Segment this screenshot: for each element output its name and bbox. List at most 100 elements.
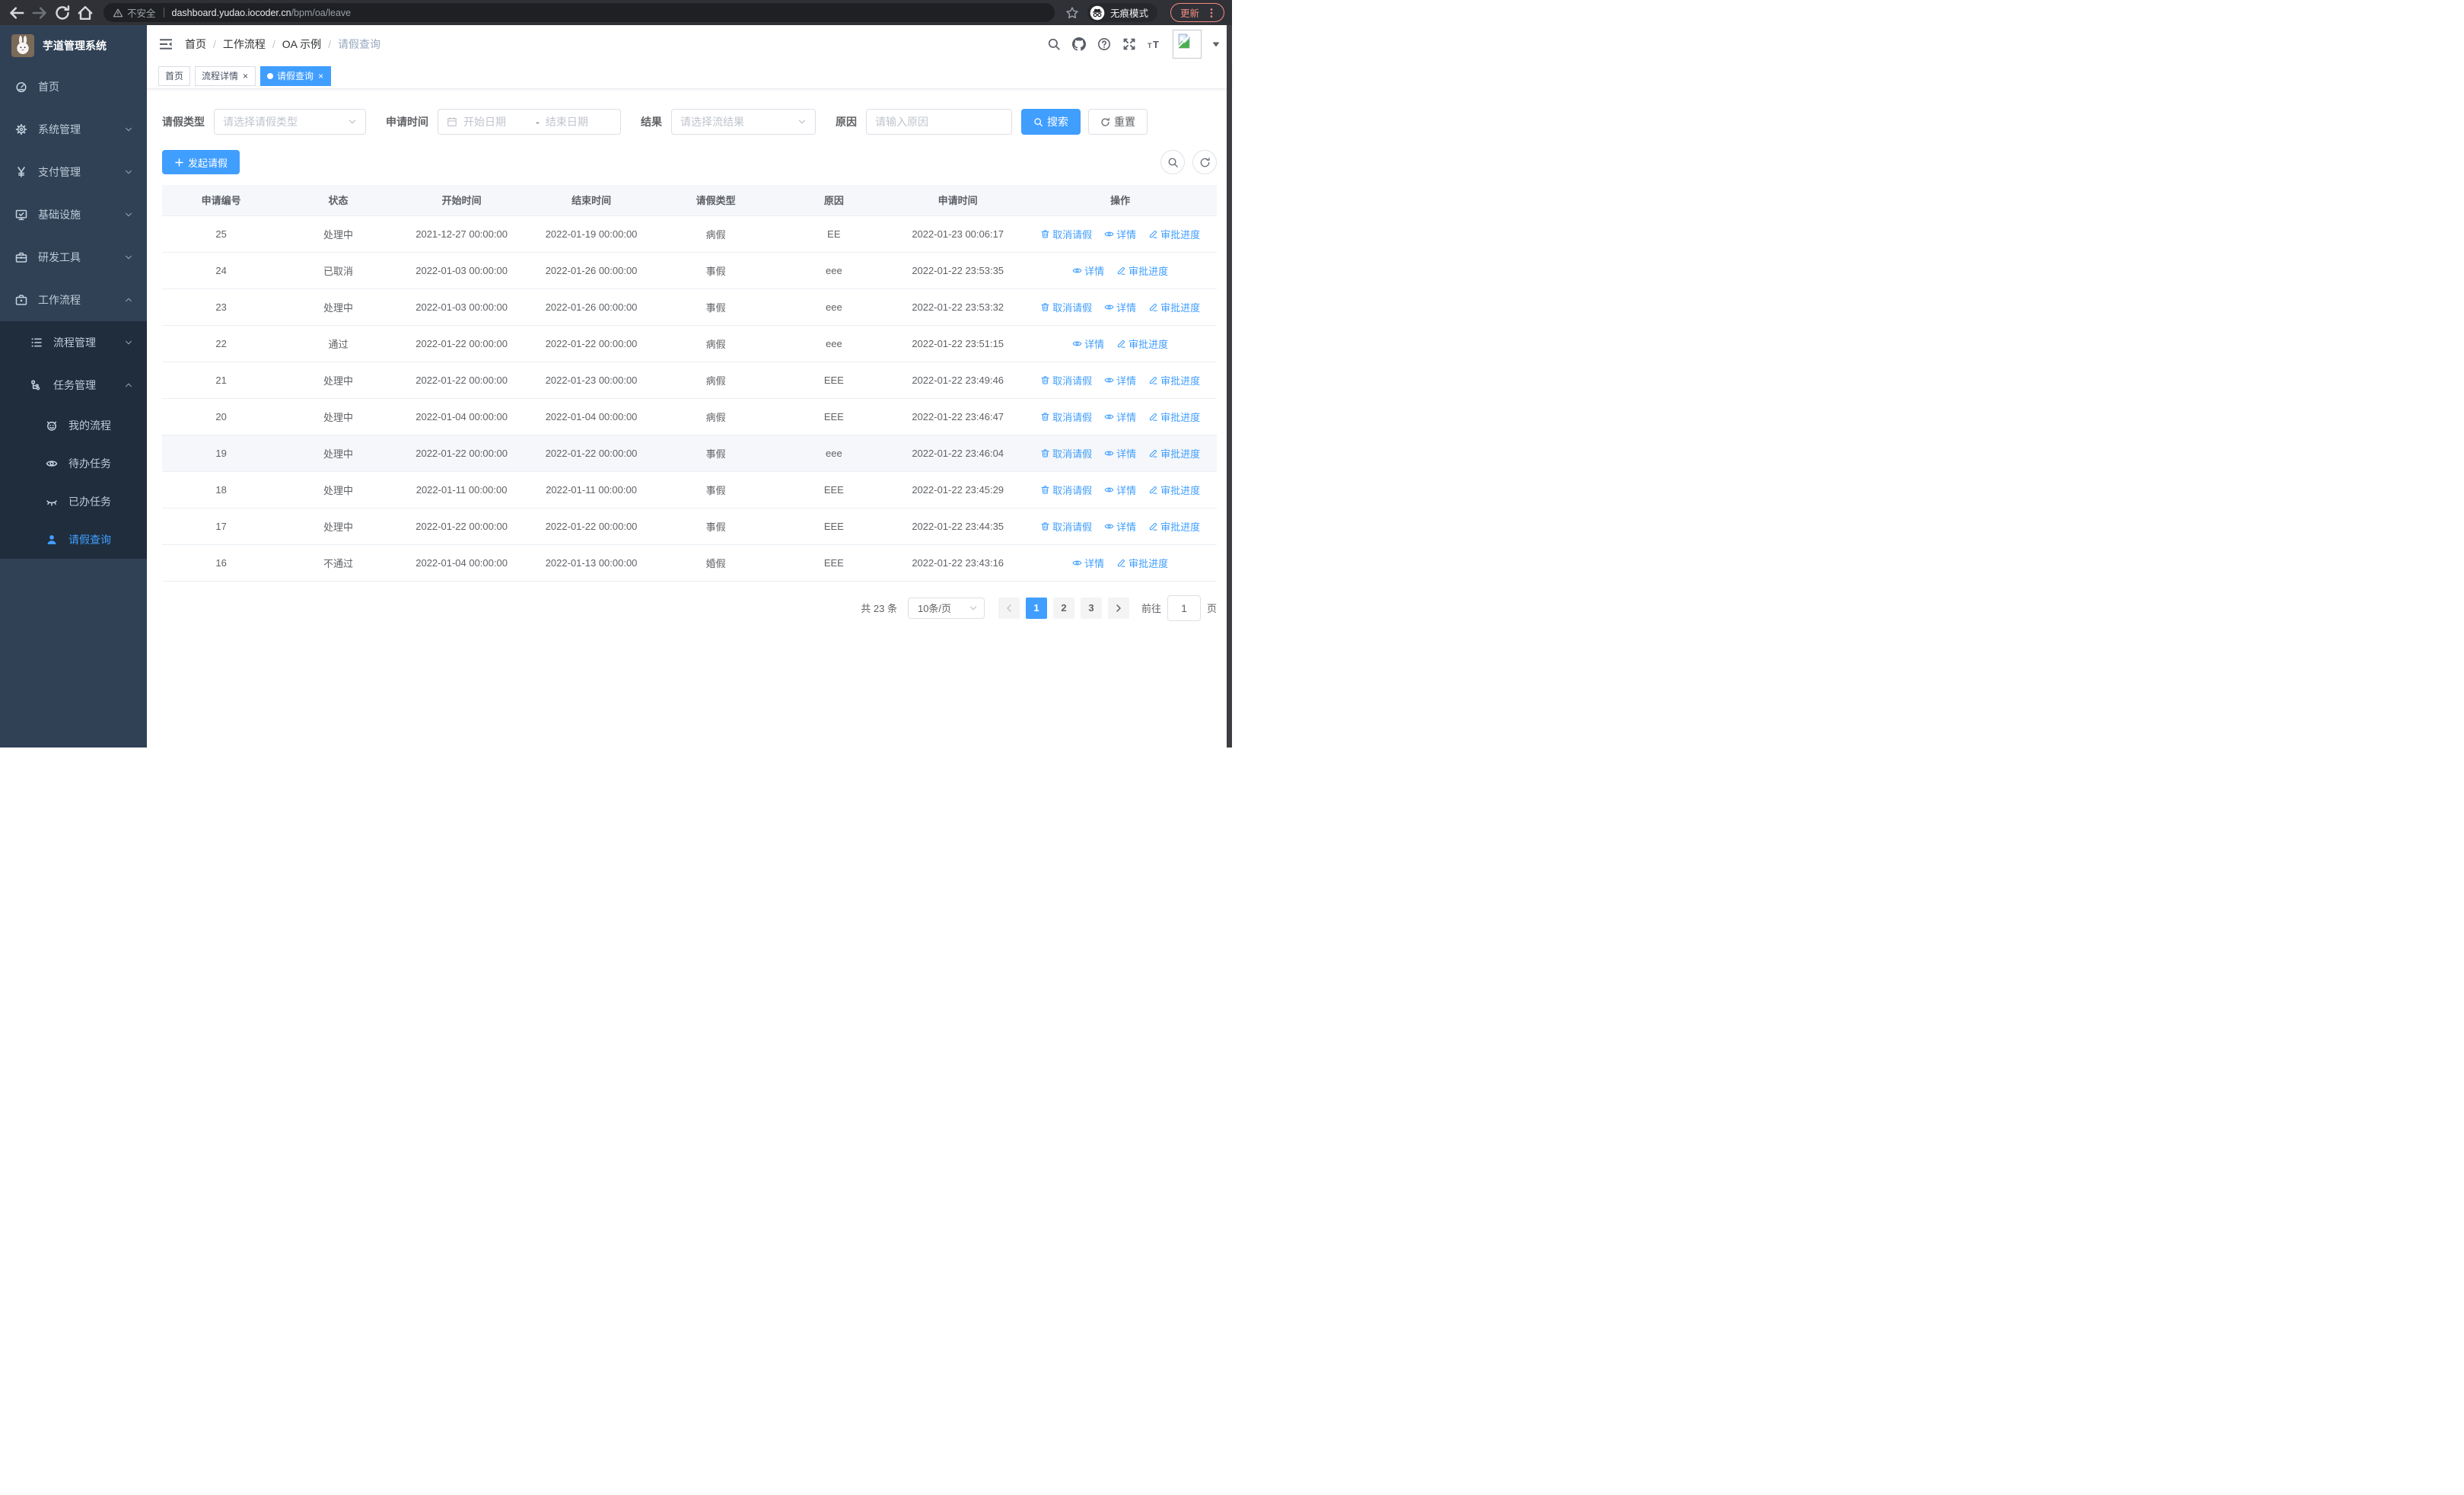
prev-page-button[interactable] — [998, 597, 1020, 619]
browser-menu-dots-icon[interactable] — [1206, 8, 1217, 18]
security-label: 不安全 — [127, 8, 156, 19]
detail-link[interactable]: 详情 — [1104, 410, 1136, 424]
action-label: 审批进度 — [1160, 228, 1201, 241]
refresh-table-button[interactable] — [1192, 150, 1217, 174]
tab-首页[interactable]: 首页 — [158, 65, 191, 86]
table-cell: 病假 — [655, 398, 776, 435]
approval-progress-link[interactable]: 审批进度 — [1116, 556, 1168, 570]
browser-home-icon[interactable] — [76, 4, 94, 22]
sidebar-item-system-mgmt[interactable]: 系统管理 — [0, 108, 147, 151]
font-size-icon[interactable]: TT — [1148, 37, 1161, 51]
action-label: 审批进度 — [1160, 484, 1201, 496]
sidebar-item-my-process[interactable]: 我的流程 — [0, 406, 147, 445]
reset-button[interactable]: 重置 — [1088, 109, 1148, 135]
cancel-leave-link[interactable]: 取消请假 — [1040, 373, 1092, 387]
trash-icon — [1040, 448, 1050, 458]
cancel-leave-link[interactable]: 取消请假 — [1040, 446, 1092, 461]
approval-progress-link[interactable]: 审批进度 — [1148, 483, 1200, 497]
detail-link[interactable]: 详情 — [1104, 300, 1136, 314]
detail-link[interactable]: 详情 — [1072, 336, 1104, 351]
help-icon[interactable] — [1097, 37, 1111, 51]
tab-流程详情[interactable]: 流程详情 × — [195, 65, 256, 86]
action-label: 审批进度 — [1129, 265, 1169, 277]
leave-type-select[interactable]: 请选择请假类型 — [214, 109, 366, 135]
cancel-leave-link[interactable]: 取消请假 — [1040, 519, 1092, 534]
user-avatar[interactable] — [1173, 30, 1202, 59]
approval-progress-link[interactable]: 审批进度 — [1116, 263, 1168, 278]
github-icon[interactable] — [1072, 37, 1086, 51]
show-search-button[interactable] — [1160, 150, 1185, 174]
create-leave-button[interactable]: 发起请假 — [162, 150, 240, 174]
page-button-2[interactable]: 2 — [1052, 597, 1074, 619]
sidebar-item-workflow[interactable]: 工作流程 — [0, 279, 147, 321]
sidebar-item-label: 系统管理 — [38, 123, 81, 135]
sidebar-item-pay-mgmt[interactable]: 支付管理 — [0, 151, 147, 193]
approval-progress-link[interactable]: 审批进度 — [1148, 300, 1200, 314]
browser-forward-icon[interactable] — [30, 4, 49, 22]
tab-请假查询[interactable]: 请假查询 × — [260, 65, 332, 86]
approval-progress-link[interactable]: 审批进度 — [1148, 519, 1200, 534]
detail-link[interactable]: 详情 — [1104, 227, 1136, 241]
table-cell: EEE — [775, 544, 893, 582]
browser-back-icon[interactable] — [8, 4, 26, 22]
app-logo-row[interactable]: 芋道管理系统 — [0, 25, 147, 65]
sidebar-item-home[interactable]: 首页 — [0, 65, 147, 108]
bookmark-star-icon[interactable] — [1065, 6, 1079, 20]
goto-page-input[interactable] — [1167, 594, 1201, 621]
result-select[interactable]: 请选择流结果 — [671, 109, 816, 135]
sidebar-item-process-mgmt[interactable]: 流程管理 — [0, 321, 147, 364]
sidebar-item-todo-task[interactable]: 待办任务 — [0, 445, 147, 483]
detail-link[interactable]: 详情 — [1072, 263, 1104, 278]
approval-progress-link[interactable]: 审批进度 — [1148, 410, 1200, 424]
sidebar-item-label: 请假查询 — [68, 534, 111, 546]
approval-progress-link[interactable]: 审批进度 — [1148, 227, 1200, 241]
cancel-leave-link[interactable]: 取消请假 — [1040, 227, 1092, 241]
page-button-1[interactable]: 1 — [1025, 597, 1047, 619]
detail-link[interactable]: 详情 — [1072, 556, 1104, 570]
sidebar-item-infrastructure[interactable]: 基础设施 — [0, 193, 147, 236]
sidebar-item-leave-query[interactable]: 请假查询 — [0, 521, 147, 559]
approval-progress-link[interactable]: 审批进度 — [1148, 446, 1200, 461]
address-bar[interactable]: 不安全 dashboard.yudao.iocoder.cn/bpm/oa/le… — [103, 3, 1055, 22]
tab-close-icon[interactable]: × — [317, 72, 324, 81]
table-cell-actions: 取消请假 详情 审批进度 — [1023, 435, 1217, 472]
page-button-3[interactable]: 3 — [1080, 597, 1102, 619]
browser-reload-icon[interactable] — [53, 4, 72, 22]
approval-progress-link[interactable]: 审批进度 — [1116, 336, 1168, 351]
view-icon — [1104, 229, 1114, 239]
breadcrumb-item-1[interactable]: 工作流程 — [223, 37, 266, 52]
approval-progress-link[interactable]: 审批进度 — [1148, 373, 1200, 387]
table-cell: 2022-01-22 23:53:35 — [892, 252, 1024, 289]
header-search-icon[interactable] — [1047, 37, 1061, 51]
tab-close-icon[interactable]: × — [242, 72, 249, 81]
cancel-leave-link[interactable]: 取消请假 — [1040, 410, 1092, 424]
cancel-leave-link[interactable]: 取消请假 — [1040, 483, 1092, 497]
pagination: 共 23 条 10条/页 123 前往 页 — [162, 594, 1217, 621]
detail-link[interactable]: 详情 — [1104, 446, 1136, 461]
detail-link[interactable]: 详情 — [1104, 519, 1136, 534]
sidebar-item-task-mgmt[interactable]: 任务管理 — [0, 364, 147, 406]
next-page-button[interactable] — [1107, 597, 1129, 619]
detail-link[interactable]: 详情 — [1104, 483, 1136, 497]
sidebar-fold-icon[interactable] — [158, 37, 173, 52]
incognito-chip[interactable]: 无痕模式 — [1087, 3, 1157, 22]
breadcrumb-item-2[interactable]: OA 示例 — [282, 37, 321, 52]
page-size-select[interactable]: 10条/页 — [907, 597, 985, 619]
apply-time-range-picker[interactable]: 开始日期 - 结束日期 — [438, 109, 621, 135]
table-cell: 事假 — [655, 471, 776, 508]
edit-icon — [1148, 375, 1158, 385]
update-chip[interactable]: 更新 — [1170, 3, 1224, 22]
page-scrollbar[interactable] — [1227, 25, 1232, 748]
sidebar-item-done-task[interactable]: 已办任务 — [0, 483, 147, 521]
security-warning[interactable]: 不安全 — [113, 5, 156, 20]
detail-link[interactable]: 详情 — [1104, 373, 1136, 387]
avatar-caret-icon[interactable] — [1211, 40, 1221, 49]
sidebar-item-dev-tools[interactable]: 研发工具 — [0, 236, 147, 279]
search-button[interactable]: 搜索 — [1021, 109, 1081, 135]
breadcrumb-item-0[interactable]: 首页 — [185, 37, 206, 52]
cancel-leave-link[interactable]: 取消请假 — [1040, 300, 1092, 314]
column-header: 状态 — [280, 185, 396, 216]
edit-icon — [1148, 448, 1158, 458]
reason-input[interactable] — [866, 109, 1012, 135]
fullscreen-icon[interactable] — [1122, 37, 1136, 51]
